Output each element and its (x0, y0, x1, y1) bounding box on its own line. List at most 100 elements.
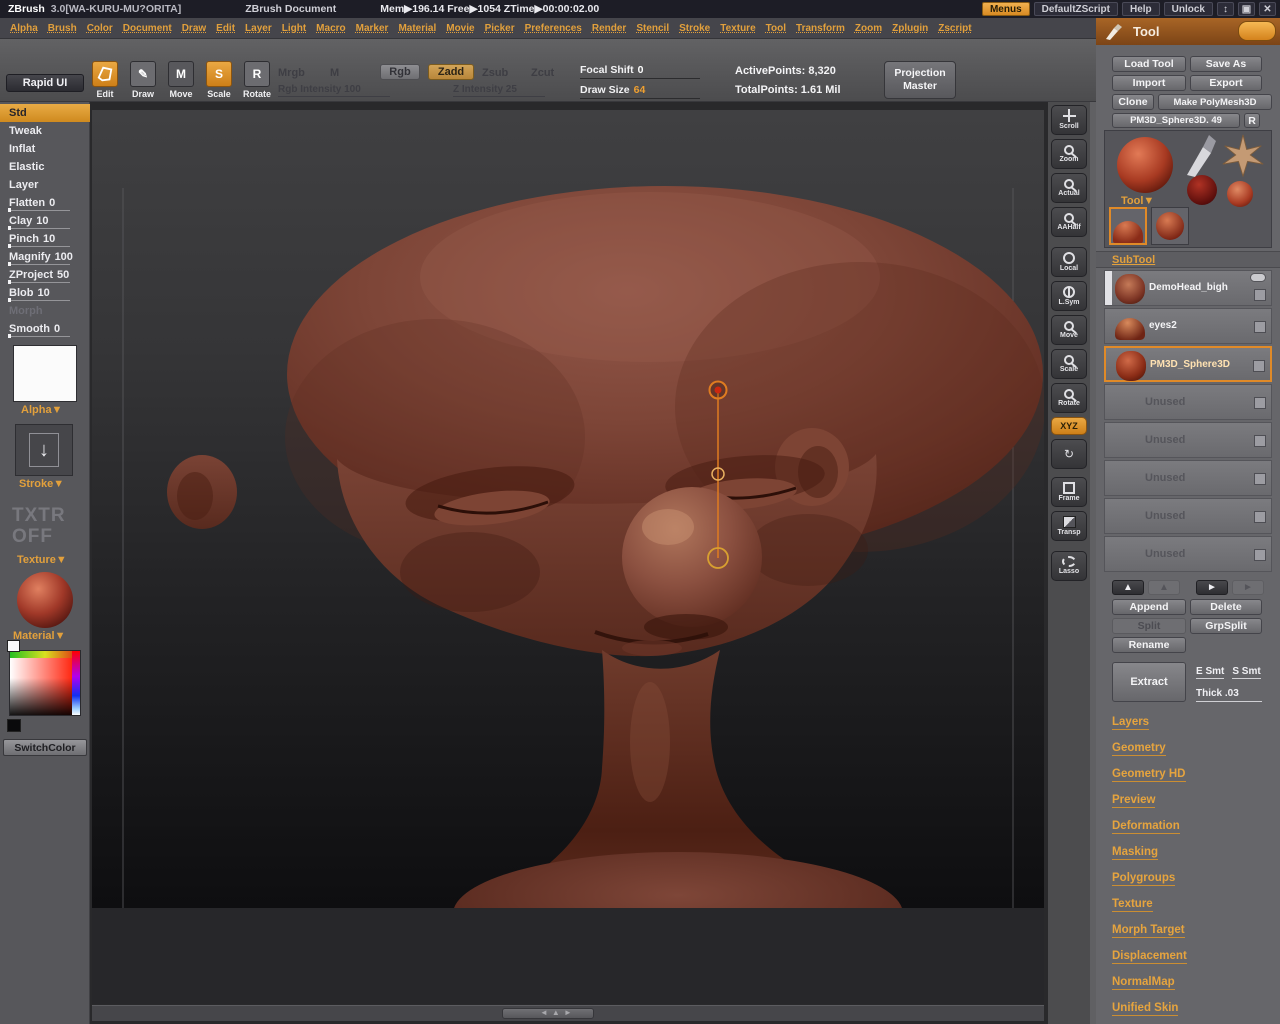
actual-button[interactable]: Actual (1051, 173, 1087, 203)
saturation-value-square[interactable] (10, 658, 72, 715)
current-tool-button[interactable]: PM3D_Sphere3D. 49 (1112, 113, 1240, 128)
subtool-section-header[interactable]: SubTool (1096, 251, 1280, 268)
hscroll-arrows-icon[interactable]: ◄▲► (540, 1008, 576, 1017)
brush-magnify[interactable]: Magnify 100 (0, 248, 90, 266)
section-displacement[interactable]: Displacement (1112, 950, 1187, 964)
subtool-row-unused[interactable]: Unused (1104, 498, 1272, 534)
lsym-button[interactable]: L.Sym (1051, 281, 1087, 311)
subtool-up-disabled-button[interactable]: ▲ (1148, 580, 1180, 595)
load-tool-button[interactable]: Load Tool (1112, 56, 1186, 72)
darksphere-tool-thumb[interactable] (1187, 175, 1217, 205)
mrgb-button[interactable]: Mrgb (278, 67, 305, 79)
brush-morph[interactable]: Morph (0, 302, 90, 320)
subtool-row-demohead[interactable]: DemoHead_bigh (1104, 270, 1272, 306)
subtool-toggle-icon[interactable] (1254, 549, 1266, 561)
restore-config-button[interactable]: R (1244, 113, 1260, 128)
zcut-button[interactable]: Zcut (531, 67, 554, 79)
material-thumbnail[interactable] (17, 572, 73, 628)
extract-button[interactable]: Extract (1112, 662, 1186, 702)
brush-blob[interactable]: Blob 10 (0, 284, 90, 302)
brush-flatten[interactable]: Flatten 0 (0, 194, 90, 212)
menu-texture[interactable]: Texture (720, 23, 755, 34)
secondary-color-swatch[interactable] (7, 640, 20, 652)
grpsplit-button[interactable]: GrpSplit (1190, 618, 1262, 634)
section-deformation[interactable]: Deformation (1112, 820, 1180, 834)
menu-material[interactable]: Material (398, 23, 436, 34)
scale-mode-button[interactable]: S Scale (202, 61, 236, 99)
m-button[interactable]: M (330, 67, 339, 79)
scroll-button[interactable]: Scroll (1051, 105, 1087, 135)
subtool-row-unused[interactable]: Unused (1104, 460, 1272, 496)
rgb-intensity-slider[interactable]: Rgb Intensity 100 (278, 84, 390, 97)
zadd-button[interactable]: Zadd (428, 64, 474, 80)
stroke-dropdown[interactable]: Stroke▼ (19, 478, 64, 490)
main-color-swatch[interactable] (7, 719, 21, 732)
frame-button[interactable]: Frame (1051, 477, 1087, 507)
brush-inflat[interactable]: Inflat (0, 140, 90, 158)
brush-std[interactable]: Std (0, 104, 90, 122)
menu-movie[interactable]: Movie (446, 23, 474, 34)
default-zscript-button[interactable]: DefaultZScript (1033, 2, 1118, 16)
section-unified-skin[interactable]: Unified Skin (1112, 1002, 1179, 1016)
help-button[interactable]: Help (1121, 2, 1160, 16)
tray-scrollbar-thumb[interactable] (1238, 21, 1276, 41)
shelf-move-button[interactable]: Move (1051, 315, 1087, 345)
alpha-thumbnail[interactable] (13, 345, 77, 402)
visibility-eye-icon[interactable] (1250, 273, 1266, 282)
menu-light[interactable]: Light (282, 23, 306, 34)
menu-marker[interactable]: Marker (356, 23, 389, 34)
menu-alpha[interactable]: Alpha (10, 23, 38, 34)
sphere-tool-thumb[interactable] (1227, 181, 1253, 207)
draw-mode-button[interactable]: ✎ Draw (126, 61, 160, 99)
section-geometry-hd[interactable]: Geometry HD (1112, 768, 1186, 782)
brush-elastic[interactable]: Elastic (0, 158, 90, 176)
horizontal-scrollbar[interactable]: ◄▲► (92, 1005, 1044, 1021)
menu-render[interactable]: Render (592, 23, 626, 34)
texture-off-indicator[interactable]: TXTR OFF (12, 505, 66, 547)
section-texture[interactable]: Texture (1112, 898, 1153, 912)
clone-button[interactable]: Clone (1112, 94, 1154, 110)
hue-strip-top[interactable] (10, 651, 80, 658)
menu-zscript[interactable]: Zscript (938, 23, 971, 34)
split-button[interactable]: Split (1112, 618, 1186, 634)
focal-shift-slider[interactable]: Focal Shift 0 (580, 64, 700, 79)
subtool-row-eyes2[interactable]: eyes2 (1104, 308, 1272, 344)
material-dropdown[interactable]: Material▼ (13, 630, 65, 642)
brush-tweak[interactable]: Tweak (0, 122, 90, 140)
export-button[interactable]: Export (1190, 75, 1262, 91)
rename-button[interactable]: Rename (1112, 637, 1186, 653)
subtool-toggle-icon[interactable] (1254, 473, 1266, 485)
menus-button[interactable]: Menus (981, 2, 1030, 16)
brush-tool-thumb[interactable] (1181, 133, 1221, 177)
subtool-row-sphere-selected[interactable]: PM3D_Sphere3D (1104, 346, 1272, 382)
subtool-shift-button[interactable]: ► (1196, 580, 1228, 595)
subtool-up-button[interactable]: ▲ (1112, 580, 1144, 595)
menu-macro[interactable]: Macro (316, 23, 345, 34)
switch-color-button[interactable]: SwitchColor (3, 739, 87, 756)
shelf-scale-button[interactable]: Scale (1051, 349, 1087, 379)
draw-size-slider[interactable]: Draw Size 64 (580, 84, 700, 99)
xyz-button[interactable]: XYZ (1051, 417, 1087, 435)
edit-mode-button[interactable]: Edit (88, 61, 122, 99)
menu-stencil[interactable]: Stencil (636, 23, 669, 34)
subtool-shift-disabled-button[interactable]: ► (1232, 580, 1264, 595)
rgb-button[interactable]: Rgb (380, 64, 420, 80)
alpha-dropdown[interactable]: Alpha▼ (21, 404, 62, 416)
menu-draw[interactable]: Draw (182, 23, 206, 34)
brush-pinch[interactable]: Pinch 10 (0, 230, 90, 248)
brush-layer[interactable]: Layer (0, 176, 90, 194)
menu-zoom[interactable]: Zoom (855, 23, 882, 34)
append-button[interactable]: Append (1112, 599, 1186, 615)
tool-palette-header[interactable]: Tool (1096, 18, 1280, 45)
brush-zproject[interactable]: ZProject 50 (0, 266, 90, 284)
sculpted-head-model[interactable] (167, 186, 1045, 976)
rotate-axis-button[interactable]: ↻ (1051, 439, 1087, 469)
move-mode-button[interactable]: M Move (164, 61, 198, 99)
hue-strip-right[interactable] (72, 651, 80, 715)
close-icon[interactable]: ✕ (1259, 2, 1276, 16)
updown-icon[interactable]: ↕ (1217, 2, 1234, 16)
menu-tool[interactable]: Tool (766, 23, 786, 34)
unlock-button[interactable]: Unlock (1163, 2, 1213, 16)
recent-tool-thumb[interactable] (1151, 207, 1189, 245)
active-tool-sphere-thumb[interactable] (1117, 137, 1173, 193)
